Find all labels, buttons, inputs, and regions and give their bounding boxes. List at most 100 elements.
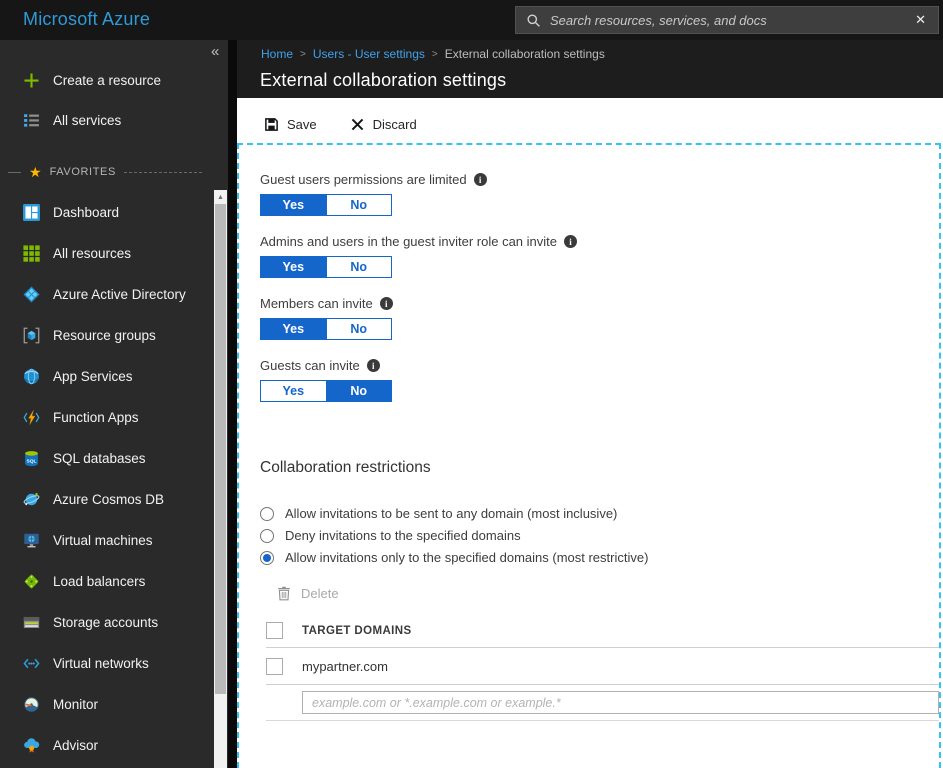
sidebar-item-label: Resource groups <box>53 328 156 343</box>
radio-icon[interactable] <box>260 551 274 565</box>
breadcrumb-separator-icon: > <box>432 49 438 60</box>
toggle-option-yes[interactable]: Yes <box>261 257 326 277</box>
sidebar-item-virtual-machines[interactable]: Virtual machines <box>0 520 228 561</box>
toggle-option-no[interactable]: No <box>326 257 392 277</box>
sidebar-collapse-icon[interactable]: « <box>211 43 219 60</box>
delete-button[interactable]: Delete <box>277 586 939 601</box>
sidebar-favorites-list: Dashboard All resources Azure Active Direc… <box>0 192 228 766</box>
sidebar-item-label: Azure Cosmos DB <box>53 492 164 507</box>
row-checkbox[interactable] <box>266 658 283 675</box>
toggle-option-no[interactable]: No <box>326 195 392 215</box>
global-search[interactable]: Search resources, services, and docs ✕ <box>515 6 939 34</box>
sidebar-item-app-services[interactable]: App Services <box>0 356 228 397</box>
new-domain-input[interactable] <box>302 691 939 714</box>
svg-text:SQL: SQL <box>26 458 36 464</box>
dashboard-icon <box>23 204 40 221</box>
favorites-star-icon: ★ <box>29 165 42 179</box>
guests-can-invite-toggle: YesNo <box>260 380 392 402</box>
toggle-option-yes[interactable]: Yes <box>261 195 326 215</box>
search-clear-icon[interactable]: ✕ <box>913 12 928 28</box>
resource-groups-icon <box>23 327 40 344</box>
delete-label: Delete <box>301 586 339 601</box>
plus-icon <box>23 72 40 89</box>
sidebar-item-function-apps[interactable]: Function Apps <box>0 397 228 438</box>
sidebar-item-sql-databases[interactable]: SQL SQL databases <box>0 438 228 479</box>
radio-icon[interactable] <box>260 507 274 521</box>
discard-icon <box>350 117 365 132</box>
radio-option-deny-invitations-to-the-specified-domain[interactable]: Deny invitations to the specified domain… <box>260 528 939 543</box>
sidebar-top-group: Create a resourceAll services <box>0 40 228 140</box>
search-input[interactable]: Search resources, services, and docs <box>550 13 904 28</box>
collaboration-restrictions-options: Allow invitations to be sent to any doma… <box>260 506 939 565</box>
info-icon[interactable]: i <box>367 359 380 372</box>
toggle-settings-group: Guest users permissions are limitediYesN… <box>260 172 939 402</box>
scrollbar-thumb[interactable] <box>215 204 226 694</box>
toggle-option-no[interactable]: No <box>326 319 392 339</box>
search-icon <box>526 13 541 28</box>
setting-label: Admins and users in the guest inviter ro… <box>260 234 557 249</box>
setting-label: Members can invite <box>260 296 373 311</box>
top-bar: Microsoft Azure Search resources, servic… <box>0 0 943 40</box>
sidebar-item-load-balancers[interactable]: Load balancers <box>0 561 228 602</box>
discard-label: Discard <box>373 117 417 132</box>
members-can-invite-toggle: YesNo <box>260 318 392 340</box>
sidebar-item-label: All resources <box>53 246 131 261</box>
scroll-up-icon[interactable]: ▲ <box>214 190 227 204</box>
favorites-dash <box>8 172 21 173</box>
admins-and-users-in-the-guest-inviter-role-can-invite-toggle: YesNo <box>260 256 392 278</box>
sidebar-item-label: Virtual machines <box>53 533 153 548</box>
breadcrumb-item-users-user-settings[interactable]: Users - User settings <box>313 47 425 61</box>
radio-label: Allow invitations to be sent to any doma… <box>285 506 617 521</box>
save-button[interactable]: Save <box>264 117 317 132</box>
toggle-option-no[interactable]: No <box>326 381 392 401</box>
favorites-header: ★ FAVORITES <box>0 152 228 192</box>
radio-option-allow-invitations-to-be-sent-to-any-doma[interactable]: Allow invitations to be sent to any doma… <box>260 506 939 521</box>
sidebar-item-label: Azure Active Directory <box>53 287 186 302</box>
content-left-gutter <box>228 40 237 768</box>
virtual-machines-icon <box>23 532 40 549</box>
load-balancers-icon <box>23 573 40 590</box>
save-icon <box>264 117 279 132</box>
sidebar-item-label: Load balancers <box>53 574 145 589</box>
sidebar-item-dashboard[interactable]: Dashboard <box>0 192 228 233</box>
virtual-networks-icon <box>23 655 40 672</box>
storage-accounts-icon <box>23 614 40 631</box>
discard-button[interactable]: Discard <box>350 117 417 132</box>
favorites-dash <box>124 172 202 173</box>
breadcrumb-item-home[interactable]: Home <box>261 47 293 61</box>
radio-option-allow-invitations-only-to-the-specified-[interactable]: Allow invitations only to the specified … <box>260 550 939 565</box>
toggle-option-yes[interactable]: Yes <box>261 319 326 339</box>
settings-panel: Guest users permissions are limitediYesN… <box>237 143 941 768</box>
sidebar-item-virtual-networks[interactable]: Virtual networks <box>0 643 228 684</box>
sidebar-item-monitor[interactable]: Monitor <box>0 684 228 725</box>
sidebar-item-all-services[interactable]: All services <box>0 100 228 140</box>
sidebar-item-all-resources[interactable]: All resources <box>0 233 228 274</box>
sidebar-item-resource-groups[interactable]: Resource groups <box>0 315 228 356</box>
sidebar-item-label: App Services <box>53 369 133 384</box>
setting-members-can-invite: Members can invite i YesNo <box>260 296 939 340</box>
sidebar-item-label: SQL databases <box>53 451 146 466</box>
azure-logo[interactable]: Microsoft Azure <box>23 9 150 30</box>
collaboration-restrictions-heading: Collaboration restrictions <box>260 459 939 477</box>
info-icon[interactable]: i <box>564 235 577 248</box>
sidebar-item-label: Function Apps <box>53 410 139 425</box>
command-bar: Save Discard <box>237 105 943 143</box>
sidebar-item-azure-active-directory[interactable]: Azure Active Directory <box>0 274 228 315</box>
toggle-option-yes[interactable]: Yes <box>261 381 326 401</box>
sidebar-scrollbar[interactable]: ▲ <box>214 190 227 768</box>
page-title: External collaboration settings <box>237 61 943 91</box>
setting-label: Guests can invite <box>260 358 360 373</box>
sidebar-item-storage-accounts[interactable]: Storage accounts <box>0 602 228 643</box>
info-icon[interactable]: i <box>474 173 487 186</box>
sidebar-item-advisor[interactable]: Advisor <box>0 725 228 766</box>
sidebar-item-create-a-resource[interactable]: Create a resource <box>0 60 228 100</box>
new-domain-row <box>266 685 939 721</box>
select-all-checkbox[interactable] <box>266 622 283 639</box>
all-services-icon <box>23 112 40 129</box>
radio-icon[interactable] <box>260 529 274 543</box>
setting-label: Guest users permissions are limited <box>260 172 467 187</box>
breadcrumb: Home>Users - User settings>External coll… <box>237 40 943 61</box>
info-icon[interactable]: i <box>380 297 393 310</box>
trash-icon <box>277 586 291 601</box>
sidebar-item-azure-cosmos-db[interactable]: Azure Cosmos DB <box>0 479 228 520</box>
